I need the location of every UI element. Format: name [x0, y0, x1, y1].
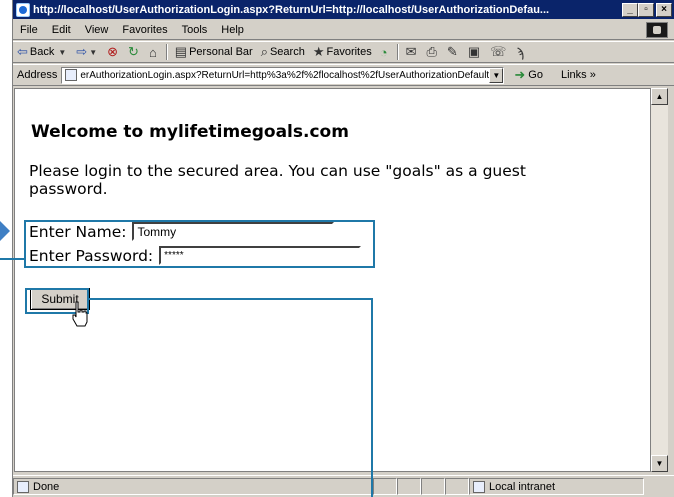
history-icon: ◔	[379, 44, 388, 60]
edit-icon: ✎	[446, 44, 458, 59]
address-bar: Address erAuthorizationLogin.aspx?Return…	[13, 64, 674, 86]
print-button[interactable]: ⎙	[423, 44, 443, 60]
back-arrow-icon: ⇦	[17, 44, 28, 59]
scroll-up-button[interactable]: ▲	[651, 88, 668, 105]
go-arrow-icon: ➜	[514, 67, 526, 82]
status-pane	[421, 478, 445, 495]
zone-text: Local intranet	[489, 480, 556, 493]
title-bar: http://localhost/UserAuthorizationLogin.…	[13, 0, 674, 19]
address-dropdown-button[interactable]: ▼	[489, 67, 504, 83]
forward-button[interactable]: ⇨ ▼	[72, 44, 103, 60]
window-title: http://localhost/UserAuthorizationLogin.…	[33, 3, 550, 16]
page-intro-text: Please login to the secured area. You ca…	[29, 162, 526, 198]
zone-pane: Local intranet	[469, 478, 644, 495]
callout-arrow-icon	[0, 221, 10, 241]
callout-line	[88, 298, 372, 300]
home-button[interactable]: ⌂	[145, 45, 163, 60]
dropdown-icon: ▼	[58, 47, 67, 57]
toolbar-separator	[396, 44, 399, 60]
print-icon: ⎙	[426, 44, 437, 59]
home-icon: ⌂	[148, 44, 157, 60]
search-icon: ⌕	[260, 44, 268, 59]
page-status-icon	[17, 480, 29, 493]
discuss-button[interactable]: ▣	[464, 44, 486, 60]
research-button[interactable]: ϡ	[512, 45, 530, 60]
page-content: Welcome to mylifetimegoals.com Please lo…	[14, 88, 651, 472]
menu-help[interactable]: Help	[214, 24, 251, 36]
caption-buttons: _ ▫ ×	[622, 2, 672, 17]
research-icon: ϡ	[516, 44, 524, 60]
status-pane	[373, 478, 397, 495]
hand-cursor-icon	[72, 301, 88, 327]
stop-icon: ⊗	[107, 44, 119, 59]
go-label: Go	[528, 69, 543, 81]
windows-logo-icon	[646, 22, 668, 38]
edit-button[interactable]: ✎	[443, 44, 464, 60]
menu-tools[interactable]: Tools	[175, 24, 215, 36]
back-label: Back	[29, 46, 55, 58]
vertical-scrollbar[interactable]: ▲ ▼	[651, 88, 668, 472]
intranet-zone-icon	[473, 480, 485, 493]
favorites-button[interactable]: ★ Favorites	[309, 44, 376, 60]
dropdown-icon: ▼	[89, 47, 98, 57]
back-button[interactable]: ⇦ Back ▼	[13, 44, 72, 60]
address-input[interactable]: erAuthorizationLogin.aspx?ReturnUrl=http…	[61, 66, 505, 84]
messenger-icon: ☏	[490, 44, 507, 59]
maximize-button[interactable]: ▫	[638, 2, 654, 17]
status-pane	[397, 478, 421, 495]
menu-edit[interactable]: Edit	[45, 24, 78, 36]
stop-button[interactable]: ⊗	[103, 44, 124, 60]
discuss-icon: ▣	[467, 44, 481, 59]
menu-bar: File Edit View Favorites Tools Help	[13, 20, 674, 40]
personal-bar-label: Personal Bar	[189, 46, 253, 58]
callout-line	[0, 258, 26, 260]
menu-view[interactable]: View	[78, 24, 116, 36]
personal-bar-button[interactable]: ▤ Personal Bar	[171, 44, 257, 60]
standard-toolbar: ⇦ Back ▼ ⇨ ▼ ⊗ ↻ ⌂ ▤ Personal Bar ⌕ Sear…	[13, 41, 674, 63]
callout-line	[371, 298, 373, 497]
mail-icon: ✉	[405, 44, 417, 59]
menu-file[interactable]: File	[13, 24, 45, 36]
form-fields-callout	[24, 220, 375, 268]
address-label: Address	[17, 69, 58, 81]
search-label: Search	[269, 46, 305, 58]
menu-favorites[interactable]: Favorites	[115, 24, 174, 36]
refresh-icon: ↻	[128, 44, 139, 59]
toolbar-separator	[165, 44, 168, 60]
close-button[interactable]: ×	[656, 2, 672, 17]
page-heading: Welcome to mylifetimegoals.com	[31, 122, 349, 142]
status-bar: Done Local intranet	[13, 475, 674, 497]
favorites-icon: ★	[312, 44, 325, 59]
favorites-label: Favorites	[326, 46, 372, 58]
search-button[interactable]: ⌕ Search	[257, 44, 309, 60]
status-text-pane: Done	[13, 478, 373, 495]
mail-button[interactable]: ✉	[402, 44, 423, 60]
scroll-down-button[interactable]: ▼	[651, 455, 668, 472]
ie-icon	[16, 2, 30, 17]
go-button[interactable]: ➜ Go	[514, 67, 543, 83]
minimize-button[interactable]: _	[622, 2, 638, 17]
status-pane	[445, 478, 469, 495]
address-url: erAuthorizationLogin.aspx?ReturnUrl=http…	[80, 69, 490, 81]
personal-bar-icon: ▤	[174, 44, 188, 59]
status-text: Done	[33, 480, 60, 493]
links-button[interactable]: Links »	[561, 69, 596, 81]
refresh-button[interactable]: ↻	[124, 44, 145, 60]
history-button[interactable]: ◔	[376, 45, 394, 60]
page-icon	[65, 69, 78, 81]
messenger-button[interactable]: ☏	[486, 44, 512, 60]
forward-arrow-icon: ⇨	[76, 44, 88, 59]
